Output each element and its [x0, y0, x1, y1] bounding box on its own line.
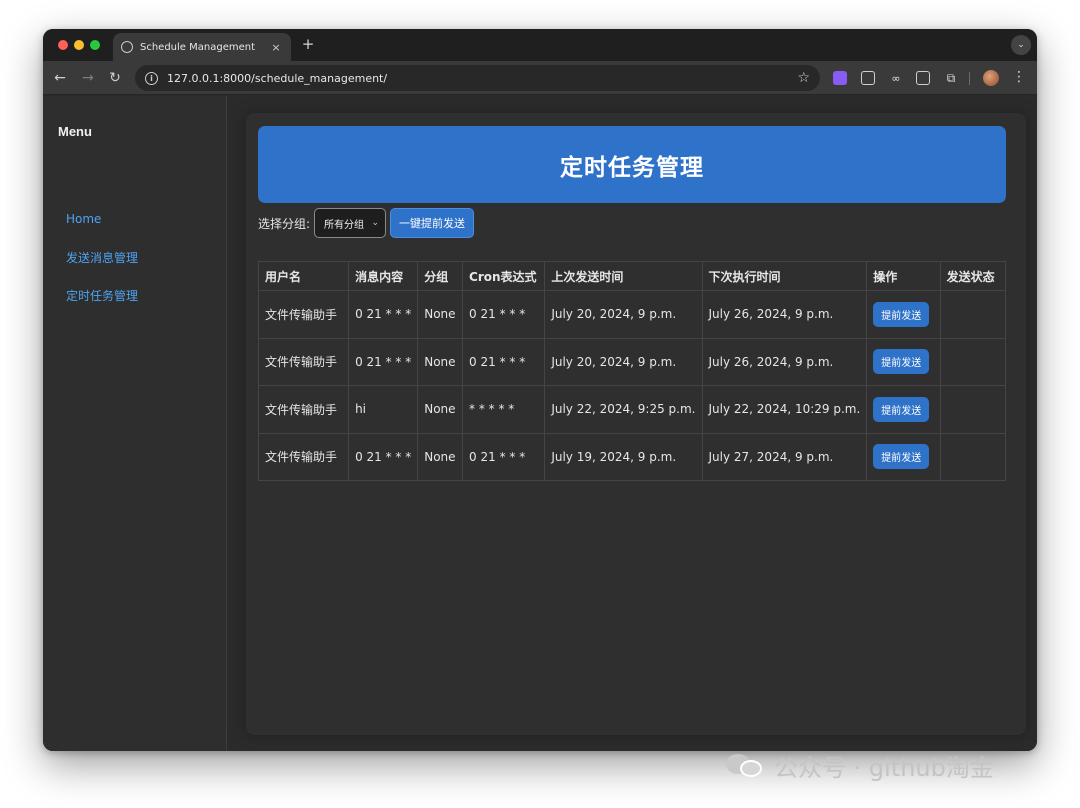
chevron-down-icon: ⌄: [371, 218, 380, 228]
sidebar-item-schedule-management[interactable]: 定时任务管理: [66, 287, 138, 304]
back-arrow-icon[interactable]: ←: [51, 69, 69, 87]
cell-action: 提前发送: [866, 432, 941, 481]
cell-group: None: [417, 290, 464, 339]
main-panel: 定时任务管理 选择分组: 所有分组 ⌄ 一键提前发送 用户名 消息内容 分组 C…: [246, 113, 1026, 735]
cell-last-sent: July 19, 2024, 9 p.m.: [544, 432, 703, 481]
table-row: 文件传输助手 0 21 * * * None 0 21 * * * July 2…: [257, 337, 1007, 386]
site-info-icon[interactable]: i: [145, 71, 158, 85]
reload-icon[interactable]: ↻: [106, 69, 124, 87]
cell-status: [939, 432, 1007, 481]
send-early-button[interactable]: 提前发送: [873, 301, 930, 327]
column-header: 用户名: [257, 261, 350, 291]
cell-message: 0 21 * * *: [348, 432, 419, 481]
tab-strip: Schedule Management × + ⌄: [43, 29, 1037, 61]
watermark-text: 公众号 · github淘金: [774, 753, 994, 782]
cell-next-run: July 26, 2024, 9 p.m.: [701, 290, 868, 339]
wechat-logo-icon: [726, 751, 766, 779]
filter-row: 选择分组: 所有分组 ⌄ 一键提前发送: [258, 208, 475, 238]
column-header: 上次发送时间: [544, 261, 703, 291]
maximize-window-button[interactable]: [90, 40, 100, 50]
extension-icon[interactable]: [833, 71, 847, 85]
table-row: 文件传输助手 0 21 * * * None 0 21 * * * July 1…: [257, 432, 1007, 481]
sidebar-item-home[interactable]: Home: [66, 212, 101, 226]
browser-menu-icon[interactable]: ⋮: [1012, 69, 1026, 85]
cell-message: hi: [348, 385, 419, 434]
cell-group: None: [417, 385, 464, 434]
column-header: 下次执行时间: [701, 261, 868, 291]
url-text[interactable]: 127.0.0.1:8000/schedule_management/: [167, 72, 797, 85]
cell-action: 提前发送: [866, 290, 941, 339]
cell-group: None: [417, 337, 464, 386]
table-row: 文件传输助手 hi None * * * * * July 22, 2024, …: [257, 385, 1007, 434]
glasses-extension-icon[interactable]: ∞: [889, 71, 903, 85]
cell-next-run: July 26, 2024, 9 p.m.: [701, 337, 868, 386]
browser-toolbar: ← → ↻ i 127.0.0.1:8000/schedule_manageme…: [43, 61, 1037, 95]
forward-arrow-icon[interactable]: →: [79, 69, 97, 87]
cell-group: None: [417, 432, 464, 481]
minimize-window-button[interactable]: [74, 40, 84, 50]
cell-message: 0 21 * * *: [348, 337, 419, 386]
cell-next-run: July 27, 2024, 9 p.m.: [701, 432, 868, 481]
screenshot-extension-icon[interactable]: [916, 71, 930, 85]
cell-action: 提前发送: [866, 385, 941, 434]
table-row: 文件传输助手 0 21 * * * None 0 21 * * * July 2…: [257, 290, 1007, 339]
send-early-button[interactable]: 提前发送: [873, 349, 930, 375]
cell-cron: 0 21 * * *: [462, 432, 546, 481]
profile-avatar[interactable]: [983, 70, 999, 86]
cell-cron: * * * * *: [462, 385, 546, 434]
browser-window: Schedule Management × + ⌄ ← → ↻ i 127.0.…: [43, 29, 1037, 751]
tasks-table: 用户名 消息内容 分组 Cron表达式 上次发送时间 下次执行时间 操作 发送状…: [257, 261, 1007, 481]
new-tab-icon[interactable]: +: [299, 35, 317, 53]
group-select[interactable]: 所有分组 ⌄: [314, 208, 387, 238]
cell-cron: 0 21 * * *: [462, 337, 546, 386]
mail-extension-icon[interactable]: [861, 71, 875, 85]
cell-user: 文件传输助手: [257, 432, 350, 481]
tab-title: Schedule Management: [140, 41, 256, 53]
group-select-value: 所有分组: [324, 219, 365, 231]
column-header: 分组: [417, 261, 464, 291]
page-content: Menu Home 发送消息管理 定时任务管理 定时任务管理 选择分组: 所有分…: [43, 96, 1037, 751]
address-bar[interactable]: i 127.0.0.1:8000/schedule_management/ ☆: [135, 65, 820, 91]
cell-action: 提前发送: [866, 337, 941, 386]
table-header-row: 用户名 消息内容 分组 Cron表达式 上次发送时间 下次执行时间 操作 发送状…: [257, 261, 1007, 291]
puzzle-extensions-icon[interactable]: ⧉: [944, 71, 958, 85]
close-window-button[interactable]: [58, 40, 68, 50]
cell-next-run: July 22, 2024, 10:29 p.m.: [701, 385, 868, 434]
watermark: 公众号 · github淘金: [726, 749, 994, 782]
cell-status: [939, 337, 1007, 386]
cell-user: 文件传输助手: [257, 385, 350, 434]
bulk-send-button[interactable]: 一键提前发送: [390, 208, 475, 238]
cell-message: 0 21 * * *: [348, 290, 419, 339]
column-header: 发送状态: [939, 261, 1007, 291]
send-early-button[interactable]: 提前发送: [873, 444, 930, 470]
bookmark-star-icon[interactable]: ☆: [797, 70, 810, 86]
toolbar-divider: [969, 72, 970, 85]
cell-status: [939, 385, 1007, 434]
globe-icon: [121, 41, 133, 53]
cell-last-sent: July 20, 2024, 9 p.m.: [544, 290, 703, 339]
page-title: 定时任务管理: [560, 154, 704, 181]
cell-user: 文件传输助手: [257, 337, 350, 386]
sidebar: Menu Home 发送消息管理 定时任务管理: [43, 96, 227, 751]
tab-close-icon[interactable]: ×: [269, 41, 283, 54]
cell-cron: 0 21 * * *: [462, 290, 546, 339]
cell-user: 文件传输助手: [257, 290, 350, 339]
column-header: Cron表达式: [462, 261, 546, 291]
filter-label: 选择分组:: [258, 216, 311, 231]
sidebar-title: Menu: [58, 124, 92, 139]
sidebar-item-message-management[interactable]: 发送消息管理: [66, 249, 138, 266]
page-banner: 定时任务管理: [258, 126, 1006, 203]
browser-tab[interactable]: Schedule Management ×: [113, 33, 291, 61]
cell-last-sent: July 20, 2024, 9 p.m.: [544, 337, 703, 386]
cell-status: [939, 290, 1007, 339]
column-header: 消息内容: [348, 261, 419, 291]
cell-last-sent: July 22, 2024, 9:25 p.m.: [544, 385, 703, 434]
column-header: 操作: [866, 261, 941, 291]
tab-search-chevron-icon[interactable]: ⌄: [1011, 35, 1031, 55]
send-early-button[interactable]: 提前发送: [873, 396, 930, 422]
